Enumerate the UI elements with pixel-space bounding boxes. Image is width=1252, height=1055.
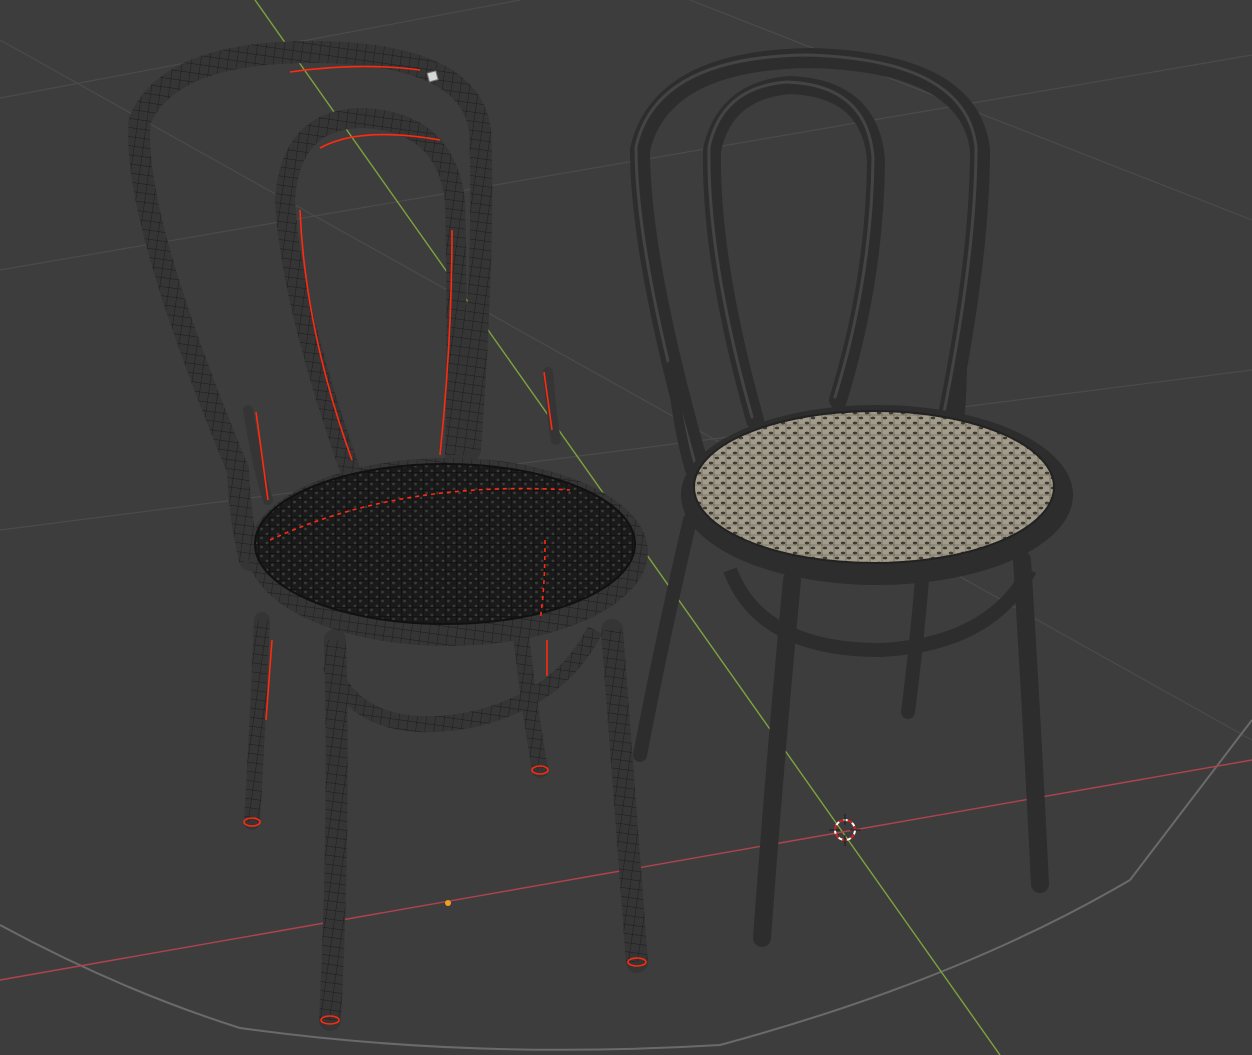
object-origin-icon[interactable] [445,900,451,906]
chair-solid-front-leg-right[interactable] [1013,551,1049,893]
chair-solid-back-outer[interactable] [629,47,991,480]
active-vertex-icon[interactable] [426,70,439,83]
chair-solid[interactable] [629,47,1073,947]
chair-wireframe-back-inner[interactable] [274,107,467,480]
chair-wireframe-seat-cane[interactable] [255,464,635,624]
chair-solid-back-inner[interactable] [702,75,886,429]
viewport-canvas[interactable] [0,0,1252,1055]
3d-viewport[interactable] [0,0,1252,1055]
chair-wireframe[interactable] [128,40,648,1031]
